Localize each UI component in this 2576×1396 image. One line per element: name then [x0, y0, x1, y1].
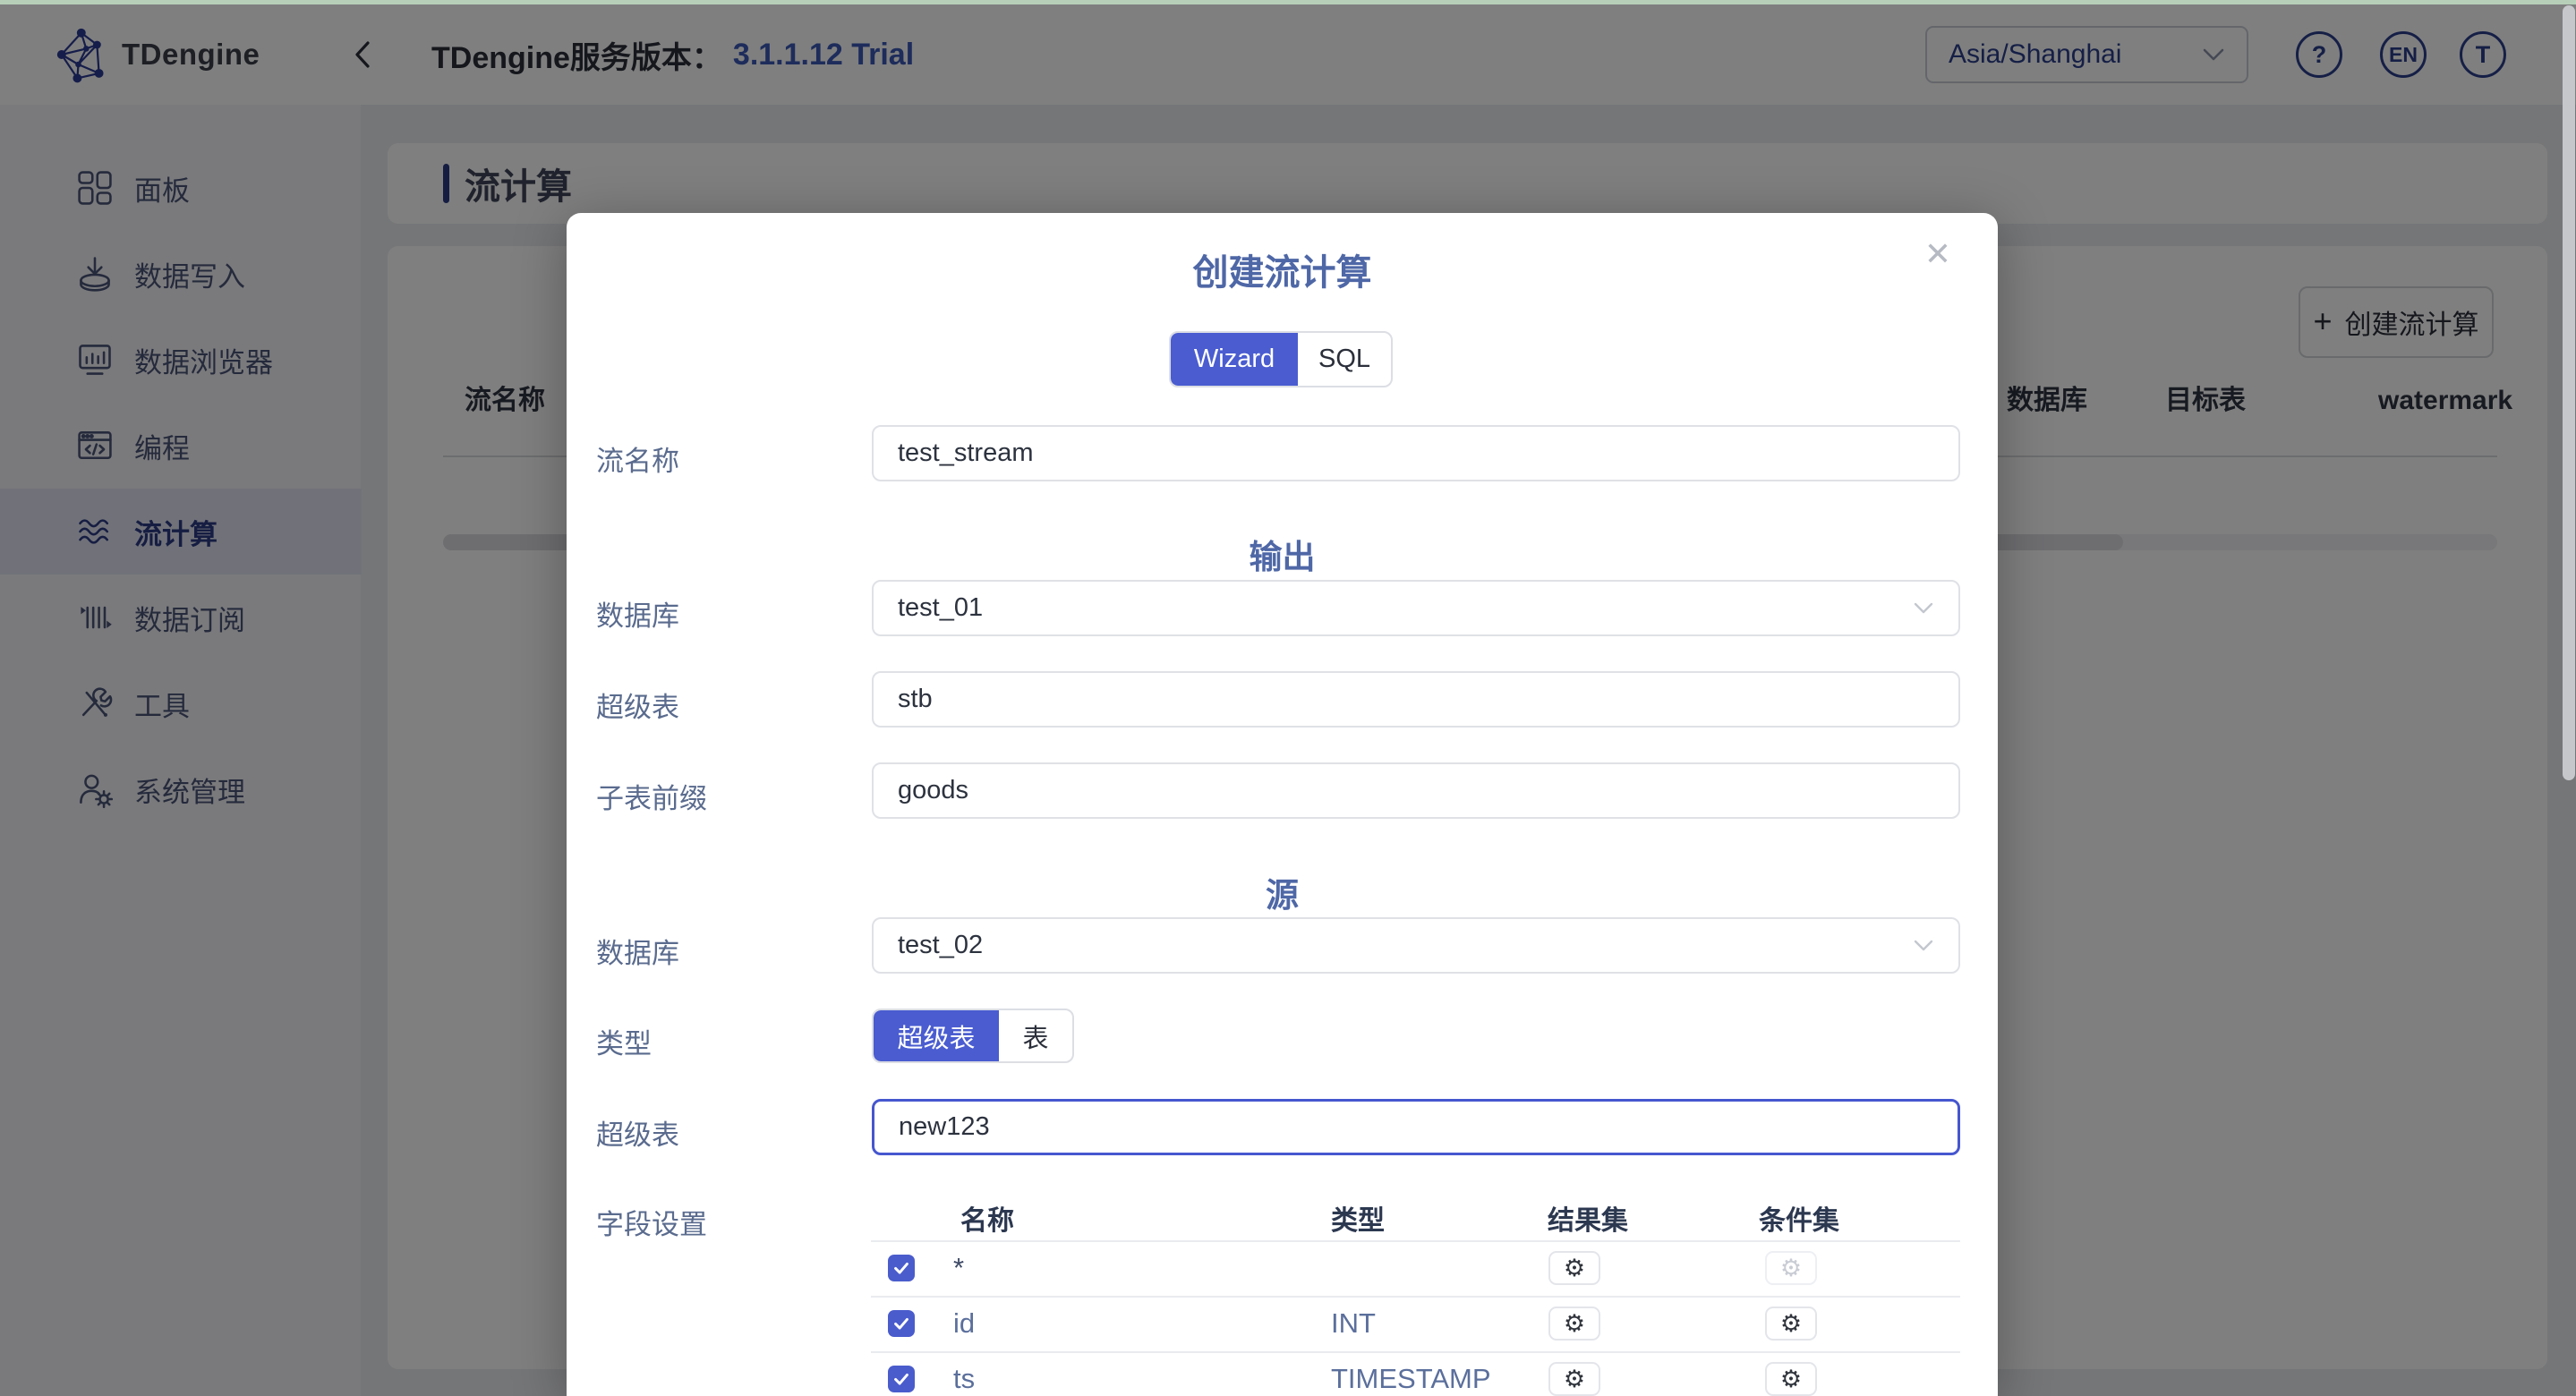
stream-name-label: 流名称	[596, 438, 679, 479]
source-stable-label: 超级表	[596, 1112, 679, 1153]
app-root: TDengine TDengine服务版本： 3.1.1.12 Trial As…	[0, 4, 2576, 1396]
vertical-scrollbar-thumb[interactable]	[2563, 5, 2575, 780]
subtable-prefix-label: 子表前缀	[596, 776, 707, 816]
subtable-prefix-value: goods	[898, 776, 968, 805]
field-col-name: 名称	[960, 1202, 1014, 1240]
create-stream-modal: ✕ 创建流计算 Wizard SQL 流名称 test_stream 输出 数据…	[567, 213, 1998, 1396]
chevron-down-icon	[1913, 939, 1934, 952]
output-database-value: test_01	[898, 593, 983, 623]
stream-name-value: test_stream	[898, 438, 1034, 468]
type-option-stable[interactable]: 超级表	[874, 1010, 999, 1061]
gear-icon: ⚙	[1564, 1367, 1585, 1392]
mode-tabs: Wizard SQL	[1169, 331, 1393, 387]
result-set-gear-button[interactable]: ⚙	[1548, 1307, 1600, 1341]
field-col-result-set: 结果集	[1548, 1202, 1628, 1240]
source-stable-input[interactable]: new123	[872, 1099, 1960, 1155]
field-checkbox[interactable]	[888, 1310, 915, 1337]
condition-set-gear-button[interactable]: ⚙	[1765, 1362, 1817, 1396]
output-database-label: 数据库	[596, 593, 679, 634]
tab-sql[interactable]: SQL	[1298, 333, 1391, 386]
gear-icon: ⚙	[1564, 1256, 1585, 1281]
subtable-prefix-input[interactable]: goods	[872, 762, 1960, 819]
field-checkbox[interactable]	[888, 1366, 915, 1392]
source-database-value: test_02	[898, 931, 983, 960]
output-stable-label: 超级表	[596, 685, 679, 725]
gear-icon: ⚙	[1780, 1256, 1802, 1281]
row-divider	[871, 1240, 1960, 1242]
chevron-down-icon	[1913, 601, 1934, 615]
gear-icon: ⚙	[1780, 1312, 1802, 1336]
field-col-condition-set: 条件集	[1759, 1202, 1839, 1240]
result-set-gear-button[interactable]: ⚙	[1548, 1362, 1600, 1396]
field-name: id	[953, 1296, 975, 1350]
source-database-select[interactable]: test_02	[872, 917, 1960, 974]
vertical-scrollbar[interactable]	[2562, 4, 2576, 1396]
source-type-segmented: 超级表 表	[872, 1009, 1074, 1063]
stream-name-input[interactable]: test_stream	[872, 425, 1960, 481]
gear-icon: ⚙	[1780, 1367, 1802, 1392]
field-checkbox[interactable]	[888, 1255, 915, 1281]
condition-set-gear-button[interactable]: ⚙	[1765, 1307, 1817, 1341]
field-settings-label: 字段设置	[596, 1202, 707, 1242]
result-set-gear-button[interactable]: ⚙	[1548, 1251, 1600, 1285]
field-name: ts	[953, 1351, 975, 1396]
tab-wizard[interactable]: Wizard	[1171, 333, 1298, 386]
source-stable-value: new123	[899, 1112, 990, 1142]
field-type: TIMESTAMP	[1331, 1351, 1491, 1396]
source-type-label: 类型	[596, 1021, 652, 1061]
row-divider	[871, 1296, 1960, 1298]
output-database-select[interactable]: test_01	[872, 580, 1960, 636]
field-col-type: 类型	[1331, 1202, 1385, 1240]
modal-title: 创建流计算	[567, 243, 1998, 295]
field-type: INT	[1331, 1296, 1376, 1350]
output-section-heading: 输出	[567, 530, 1998, 578]
source-section-heading: 源	[567, 868, 1998, 916]
field-name: *	[953, 1240, 964, 1295]
output-stable-value: stb	[898, 685, 933, 714]
output-stable-input[interactable]: stb	[872, 671, 1960, 728]
browser-indicator-strip	[0, 0, 2576, 4]
condition-set-gear-button-disabled: ⚙	[1765, 1251, 1817, 1285]
source-database-label: 数据库	[596, 931, 679, 971]
type-option-table[interactable]: 表	[999, 1010, 1072, 1061]
gear-icon: ⚙	[1564, 1312, 1585, 1336]
